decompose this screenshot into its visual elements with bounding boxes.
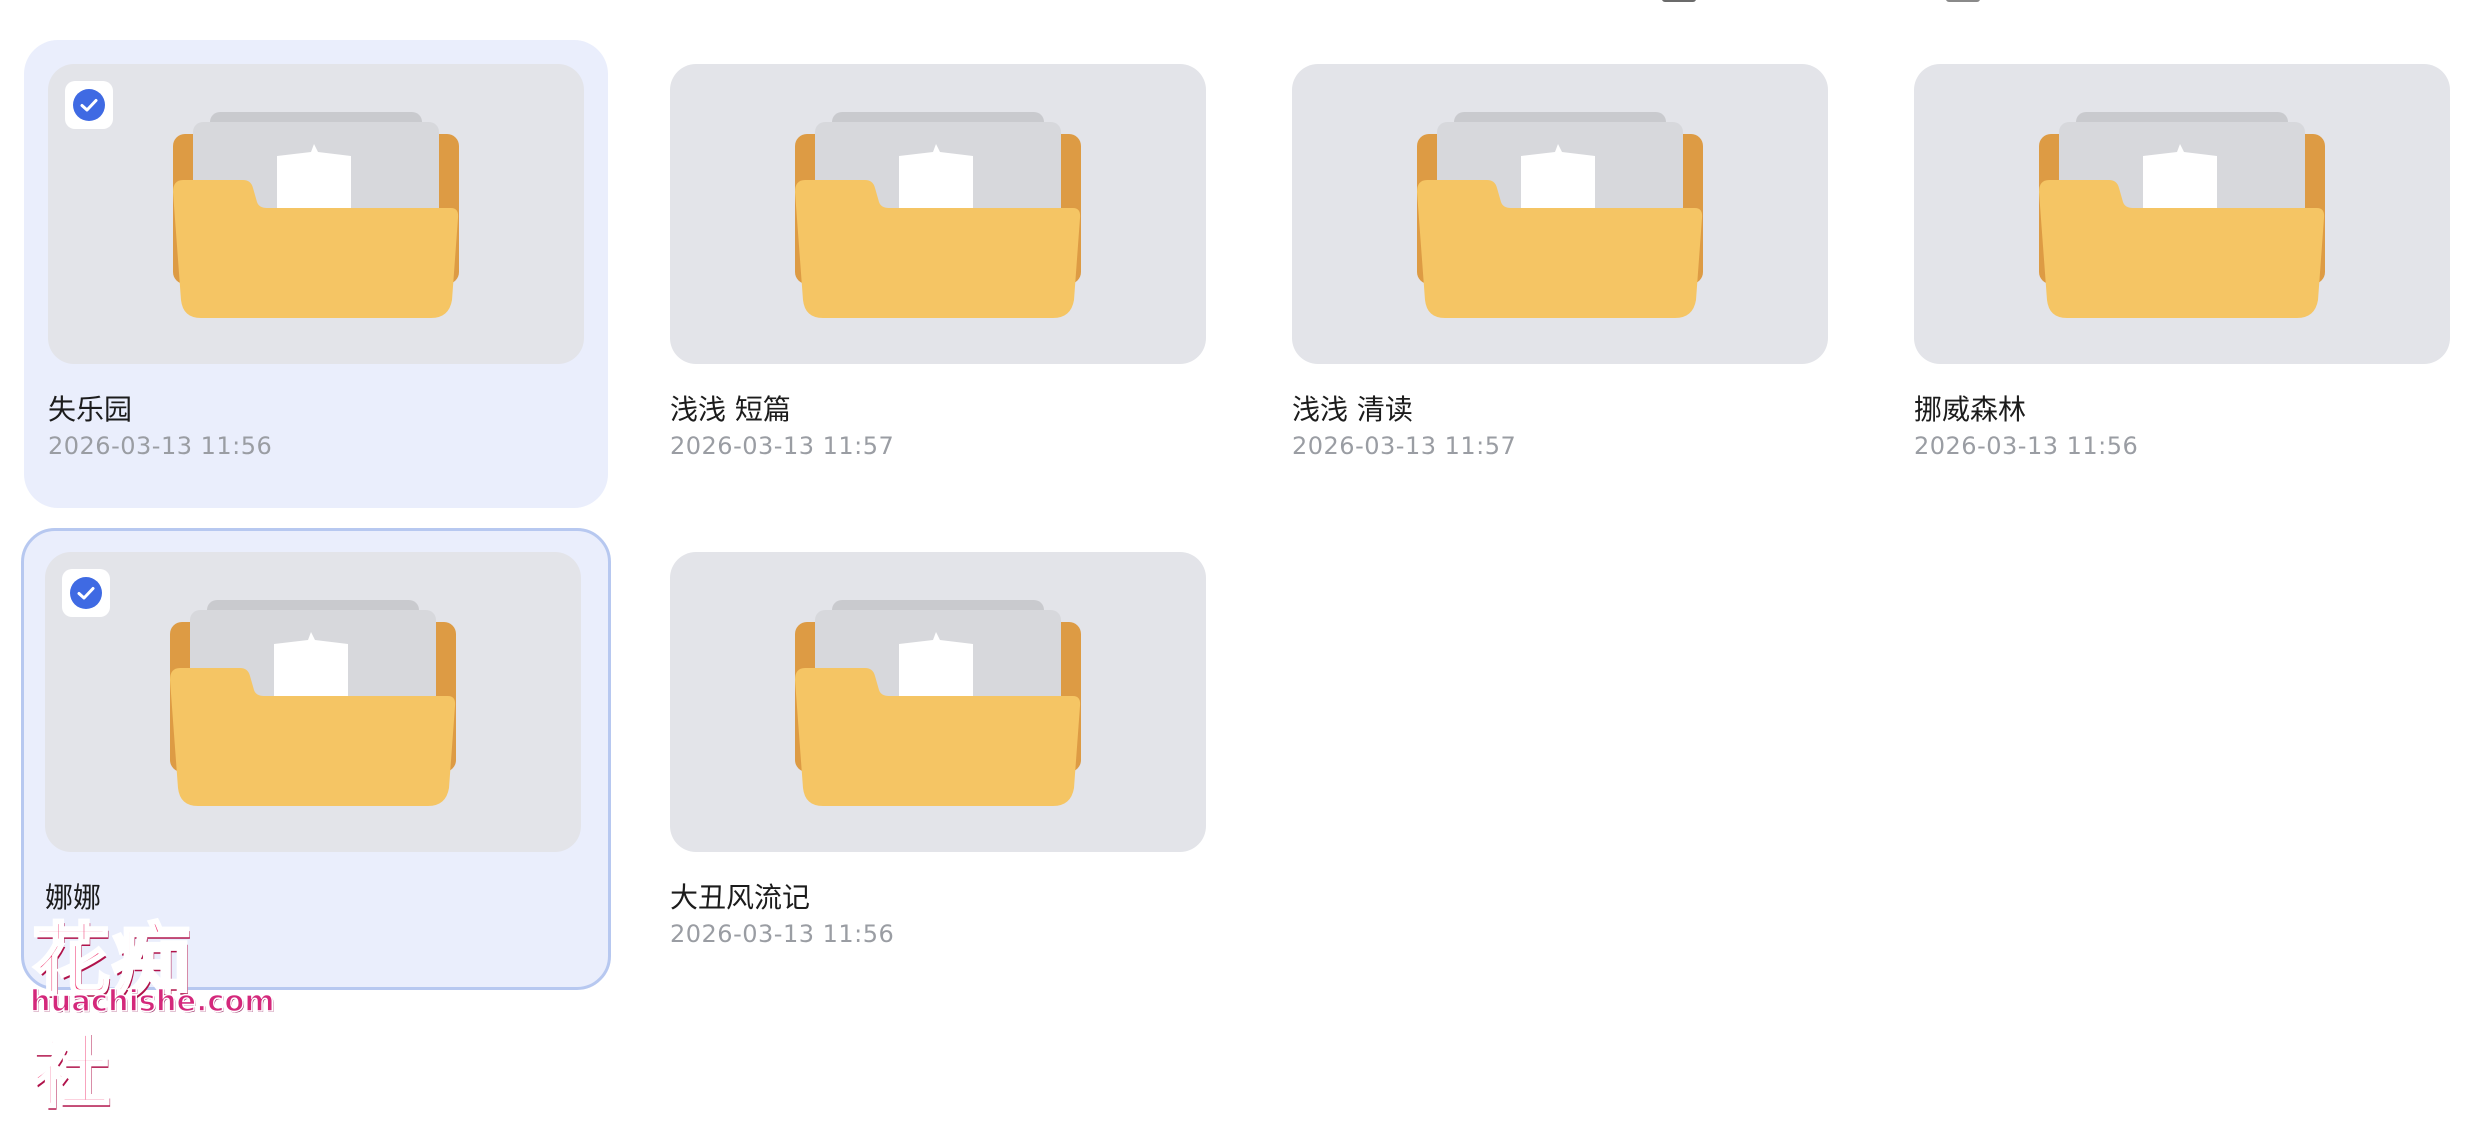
selection-checkbox[interactable] xyxy=(65,81,113,129)
folder-date: 2026-03-13 11:56 xyxy=(670,920,895,948)
folder-name: 失乐园 xyxy=(48,393,133,426)
folder-date: 2026-03-13 11:56 xyxy=(1914,432,2139,460)
toolbar-icon[interactable] xyxy=(1946,0,1980,2)
folder-thumbnail xyxy=(670,552,1206,852)
folder-date: 2026-03-13 11:57 xyxy=(1292,432,1517,460)
folder-thumbnail xyxy=(48,64,584,364)
folder-card[interactable]: 挪威森林 2026-03-13 11:56 xyxy=(1890,40,2474,508)
folder-date: 2026-03-13 11:57 xyxy=(670,432,895,460)
folder-icon xyxy=(795,112,1081,318)
folder-name: 挪威森林 xyxy=(1914,393,2027,426)
folder-icon xyxy=(795,600,1081,806)
selection-checkbox[interactable] xyxy=(62,569,110,617)
watermark-logo: 花痴社 huachishe.com xyxy=(26,898,275,1120)
toolbar-icon[interactable] xyxy=(1662,0,1696,2)
folder-name: 大丑风流记 xyxy=(670,881,811,914)
folder-thumbnail xyxy=(1292,64,1828,364)
folder-thumbnail xyxy=(45,552,581,852)
watermark-url: huachishe.com xyxy=(29,983,275,1019)
folder-name: 浅浅 短篇 xyxy=(670,393,791,426)
folder-thumbnail xyxy=(1914,64,2450,364)
check-icon xyxy=(73,89,105,121)
check-icon xyxy=(70,577,102,609)
folder-date: 2026-03-13 11:56 xyxy=(48,432,273,460)
folder-icon xyxy=(2039,112,2325,318)
folder-name: 浅浅 清读 xyxy=(1292,393,1413,426)
folder-icon xyxy=(173,112,459,318)
folder-card[interactable]: 浅浅 清读 2026-03-13 11:57 xyxy=(1268,40,1852,508)
folder-card[interactable]: 浅浅 短篇 2026-03-13 11:57 xyxy=(646,40,1230,508)
folder-icon xyxy=(170,600,456,806)
folder-card[interactable]: 失乐园 2026-03-13 11:56 xyxy=(24,40,608,508)
folder-card[interactable]: 大丑风流记 2026-03-13 11:56 xyxy=(646,528,1230,996)
folder-thumbnail xyxy=(670,64,1206,364)
folder-icon xyxy=(1417,112,1703,318)
